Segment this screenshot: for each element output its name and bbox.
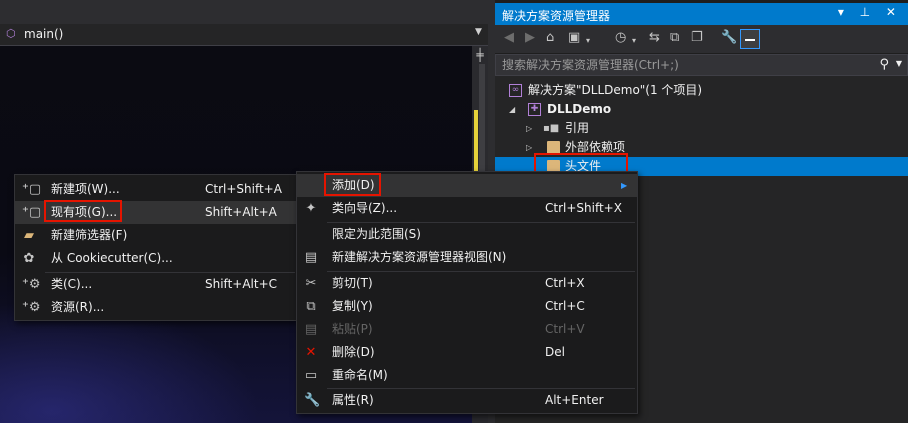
chevron-down-icon[interactable]: ▼ (475, 27, 482, 37)
new-item-icon: ⁺▢ (22, 182, 42, 197)
menu-item-rename[interactable]: ▭ 重命名(M) (297, 364, 637, 387)
menu-item-shortcut: Shift+Alt+C (205, 277, 278, 291)
tree-item-label: 引用 (565, 121, 590, 135)
menu-item-delete[interactable]: ✕ 删除(D) Del (297, 341, 637, 364)
submenu-arrow-icon: ▶ (621, 181, 628, 190)
forward-icon[interactable]: ▶ (525, 31, 535, 45)
menu-item-label: 资源(R)... (51, 300, 105, 314)
menu-item-class-wizard[interactable]: ✦ 类向导(Z)... Ctrl+Shift+X (297, 197, 637, 220)
project-icon: ✚ (528, 103, 541, 116)
wrench-icon: 🔧 (304, 393, 321, 408)
new-view-icon: ▤ (304, 250, 318, 265)
class-icon: ⁺⚙ (22, 277, 41, 292)
menu-item-shortcut: Ctrl+X (545, 276, 585, 290)
minus-icon (745, 39, 755, 41)
new-filter-icon: ▰ (24, 228, 34, 243)
class-wizard-icon: ✦ (305, 201, 317, 216)
solution-icon: ∞ (509, 84, 522, 97)
properties-icon[interactable]: 🔧 (721, 31, 737, 45)
menu-item-shortcut: Ctrl+Shift+X (545, 201, 622, 215)
collapse-arrow-icon[interactable]: ◢ (509, 100, 515, 119)
menu-item-label: 重命名(M) (332, 368, 388, 382)
chevron-down-icon[interactable]: ▼ (896, 59, 902, 68)
menu-item-paste[interactable]: ▤ 粘贴(P) Ctrl+V (297, 318, 637, 341)
menu-item-label: 属性(R) (332, 393, 374, 407)
menu-item-new-view[interactable]: ▤ 新建解决方案资源管理器视图(N) (297, 246, 637, 269)
menu-item-cut[interactable]: ✂ 剪切(T) Ctrl+X (297, 272, 637, 295)
window-buttons[interactable]: ▾ ⊥ ✕ (838, 5, 902, 19)
highlight-box (44, 200, 122, 222)
menu-item-label: 删除(D) (332, 345, 375, 359)
tree-item-project[interactable]: ◢ ✚ DLLDemo (495, 100, 908, 119)
references-icon: ▪■ (543, 123, 560, 134)
tree-item-solution[interactable]: ∞ 解决方案"DLLDemo"(1 个项目) (495, 81, 908, 100)
menu-item-shortcut: Del (545, 345, 565, 359)
expand-arrow-icon[interactable]: ▷ (526, 119, 532, 138)
back-icon[interactable]: ◀ (504, 31, 514, 45)
show-all-files-icon[interactable]: ❐ (691, 31, 703, 45)
context-menu: 添加(D) ▶ ✦ 类向导(Z)... Ctrl+Shift+X 限定为此范围(… (296, 171, 638, 414)
menu-item-new-filter[interactable]: ▰ 新建筛选器(F) (15, 224, 296, 247)
search-icon[interactable]: ⚲ (879, 57, 889, 72)
menu-item-shortcut: Ctrl+V (545, 322, 585, 336)
menu-item-label: 新建解决方案资源管理器视图(N) (332, 250, 507, 264)
menu-item-label: 剪切(T) (332, 276, 373, 290)
preview-button[interactable] (740, 29, 760, 49)
existing-item-icon: ⁺▢ (22, 205, 42, 220)
menu-item-label: 粘贴(P) (332, 322, 373, 336)
scrollbar-thumb[interactable] (479, 64, 485, 184)
menu-item-label: 类向导(Z)... (332, 201, 398, 215)
menu-item-label: 新建项(W)... (51, 182, 120, 196)
menu-item-shortcut: Ctrl+C (545, 299, 585, 313)
chevron-down-icon[interactable]: ▾ (586, 34, 590, 48)
add-submenu: ⁺▢ 新建项(W)... Ctrl+Shift+A ⁺▢ 现有项(G)... S… (14, 174, 297, 321)
resource-icon: ⁺⚙ (22, 300, 41, 315)
home-icon[interactable]: ⌂ (546, 31, 554, 45)
menu-item-resource[interactable]: ⁺⚙ 资源(R)... (15, 296, 296, 319)
menu-item-shortcut: Ctrl+Shift+A (205, 182, 282, 196)
menu-item-label: 从 Cookiecutter(C)... (51, 251, 173, 265)
function-icon: ⬡ (6, 27, 16, 40)
editor-tab-strip (0, 0, 488, 24)
delete-icon: ✕ (305, 345, 317, 360)
collapse-all-icon[interactable]: ⧉ (670, 31, 679, 45)
menu-item-shortcut: Shift+Alt+A (205, 205, 277, 219)
rename-icon: ▭ (304, 368, 318, 383)
menu-item-label: 类(C)... (51, 277, 93, 291)
tree-item-label: 解决方案"DLLDemo"(1 个项目) (528, 83, 703, 97)
solution-explorer-title: 解决方案资源管理器 (502, 9, 611, 23)
solution-explorer-search: ⚲ ▼ (495, 54, 908, 76)
cut-icon: ✂ (305, 276, 317, 291)
chevron-down-icon[interactable]: ▾ (632, 34, 636, 48)
sync-icon[interactable]: ⇆ (649, 31, 660, 45)
expand-arrow-icon[interactable]: ▷ (526, 138, 532, 157)
switch-views-icon[interactable]: ▣ (568, 31, 580, 45)
paste-icon: ▤ (304, 322, 318, 337)
navigation-bar[interactable]: ⬡ main() ▼ (0, 24, 488, 46)
copy-icon: ⧉ (306, 299, 316, 314)
menu-item-copy[interactable]: ⧉ 复制(Y) Ctrl+C (297, 295, 637, 318)
search-input[interactable] (496, 55, 876, 75)
solution-explorer-title-bar: 解决方案资源管理器 ▾ ⊥ ✕ (495, 3, 908, 25)
menu-item-label: 复制(Y) (332, 299, 373, 313)
cookiecutter-icon: ✿ (23, 251, 35, 266)
function-dropdown-value[interactable]: main() (24, 27, 63, 41)
solution-explorer-toolbar: ◀ ▶ ⌂ ▣ ▾ ◷ ▾ ⇆ ⧉ ❐ 🔧 (495, 25, 908, 53)
menu-item-label: 新建筛选器(F) (51, 228, 128, 242)
highlight-box (324, 173, 381, 196)
menu-item-cookiecutter[interactable]: ✿ 从 Cookiecutter(C)... (15, 247, 296, 270)
tree-item-references[interactable]: ▷ ▪■ 引用 (495, 119, 908, 138)
pending-changes-icon[interactable]: ◷ (615, 31, 626, 45)
tree-item-label: DLLDemo (547, 102, 612, 116)
menu-item-properties[interactable]: 🔧 属性(R) Alt+Enter (297, 389, 637, 412)
split-handle-icon[interactable]: ╪ (474, 48, 486, 62)
menu-item-label: 限定为此范围(S) (332, 227, 421, 241)
menu-item-shortcut: Alt+Enter (545, 393, 604, 407)
menu-item-scope[interactable]: 限定为此范围(S) (297, 223, 637, 246)
menu-item-class[interactable]: ⁺⚙ 类(C)... Shift+Alt+C (15, 273, 296, 296)
menu-item-new-item[interactable]: ⁺▢ 新建项(W)... Ctrl+Shift+A (15, 178, 296, 201)
